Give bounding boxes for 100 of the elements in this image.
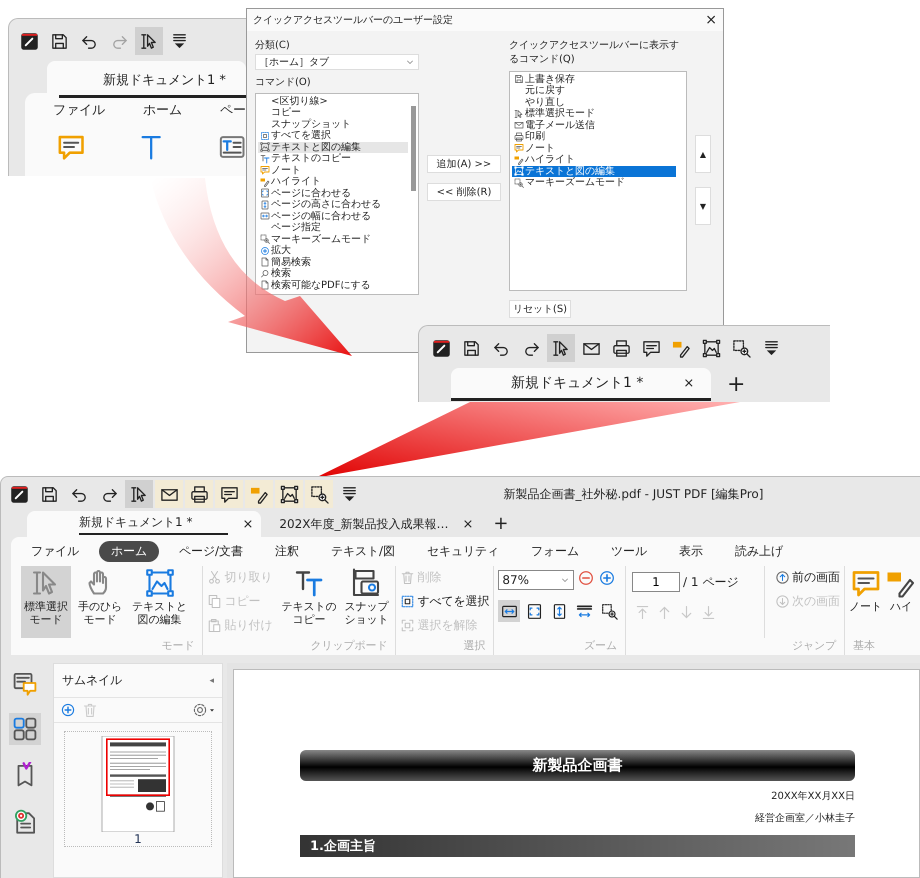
cursor-icon — [140, 32, 158, 50]
toolbar-button[interactable] — [245, 480, 273, 508]
document-tab[interactable]: 新規ドキュメント1 * × — [27, 511, 262, 537]
list-item[interactable]: テキストと図の編集 — [512, 166, 676, 177]
list-item[interactable]: やり直し — [512, 96, 676, 108]
add-button[interactable]: 追加(A) >> — [427, 155, 501, 173]
category-dropdown[interactable]: ［ホーム］タブ — [255, 54, 419, 70]
ribbon-tab[interactable]: ペー — [220, 101, 246, 119]
ribbon-button[interactable]: 標準選択 モード — [21, 566, 71, 638]
list-item[interactable]: 印刷 — [512, 131, 676, 142]
ribbon-tab[interactable]: 注釈 — [263, 541, 312, 562]
toolbar-button[interactable] — [155, 480, 183, 508]
ribbon-button[interactable]: すべてを選択 — [400, 590, 490, 612]
ribbon-tab[interactable]: ホーム — [143, 101, 182, 119]
reset-button[interactable]: リセット(S) — [509, 300, 571, 318]
list-item[interactable]: 上書き保存 — [512, 74, 676, 85]
list-item[interactable]: 簡易検索 — [258, 256, 408, 268]
new-tab-button[interactable]: + — [727, 374, 746, 396]
move-up-button[interactable]: ▲ — [695, 135, 711, 173]
ribbon-tab[interactable]: テキスト/図 — [319, 541, 408, 562]
list-item[interactable]: テキストのコピー — [258, 153, 408, 164]
document-tab[interactable]: 202X年度_新製品投入成果報… × — [265, 511, 482, 537]
caret-icon[interactable] — [208, 706, 216, 714]
ribbon-tab[interactable]: ページ/文書 — [167, 541, 256, 562]
scrollbar[interactable] — [411, 106, 416, 190]
list-item[interactable]: 検索可能なPDFにする — [258, 280, 408, 291]
ribbon-button[interactable]: 前の画面 — [775, 566, 840, 588]
group-label: モード — [160, 638, 196, 654]
toolbar-button[interactable] — [135, 27, 163, 55]
view-button[interactable] — [498, 600, 520, 622]
list-item[interactable]: マーキーズームモード — [258, 234, 408, 245]
toolbar-button[interactable] — [185, 480, 213, 508]
ribbon-tab[interactable]: ツール — [599, 541, 660, 562]
toolbar-button[interactable] — [305, 480, 333, 508]
list-item[interactable]: ハイライト — [258, 176, 408, 188]
list-item[interactable]: 標準選択モード — [512, 108, 676, 120]
zoom-selection-icon — [260, 234, 270, 244]
category-label: 分類(C) — [255, 38, 291, 52]
side-panel-button[interactable] — [9, 713, 41, 745]
group-label: 基本 — [852, 638, 876, 654]
collapse-button[interactable]: ◂ — [209, 676, 214, 686]
page-width-icon — [576, 602, 593, 620]
new-tab-button[interactable]: + — [493, 515, 508, 533]
ribbon-tab[interactable]: 読み上げ — [723, 541, 796, 562]
list-item[interactable]: ページの幅に合わせる — [258, 210, 408, 222]
list-item[interactable]: ノート — [512, 142, 676, 154]
toolbar-commands-label: クイックアクセスツールバーに表示するコマンド(Q) — [509, 38, 680, 66]
ribbon-button[interactable]: テキストの コピー — [280, 566, 338, 638]
ribbon-tab[interactable]: ホーム — [99, 541, 159, 562]
highlighter-icon — [260, 176, 270, 187]
list-item[interactable]: マーキーズームモード — [512, 177, 676, 188]
list-item[interactable]: 検索 — [258, 268, 408, 280]
toolbar-button[interactable] — [125, 480, 153, 508]
ribbon-tab[interactable]: ファイル — [19, 541, 91, 562]
zoom-in-icon[interactable] — [598, 569, 616, 587]
search-icon — [260, 268, 270, 279]
close-tab-button[interactable]: × — [683, 376, 694, 390]
zoom-in-icon[interactable] — [60, 702, 76, 718]
list-item[interactable]: テキストと図の編集 — [258, 142, 408, 153]
list-item[interactable]: ハイライト — [512, 154, 676, 166]
document-tab[interactable]: 新規ドキュメント1 * × — [451, 368, 711, 401]
ribbon-tab[interactable]: ファイル — [53, 101, 105, 119]
close-button[interactable]: × — [705, 12, 717, 28]
list-item[interactable]: ページに合わせる — [258, 188, 408, 199]
page-number-field[interactable]: 1 — [632, 572, 680, 592]
ribbon-button[interactable]: スナップ ショット — [341, 566, 392, 638]
ribbon-tab[interactable]: セキュリティ — [415, 541, 512, 562]
image-frame-icon — [280, 484, 298, 504]
remove-button[interactable]: << 削除(R) — [427, 183, 501, 201]
pencil-app-icon — [20, 32, 38, 50]
close-tab-button[interactable]: × — [242, 516, 254, 532]
list-item[interactable]: 拡大 — [258, 245, 408, 256]
toolbar-button[interactable] — [275, 480, 303, 508]
zoom-out-icon[interactable] — [577, 569, 596, 587]
list-item[interactable]: すべてを選択 — [258, 130, 408, 142]
list-item[interactable]: 元に戻す — [512, 85, 676, 96]
image-frame-icon — [702, 338, 720, 358]
printer-icon — [612, 338, 630, 358]
ribbon-button[interactable]: 手のひら モード — [75, 566, 125, 638]
ribbon-tab[interactable]: 表示 — [667, 541, 716, 562]
ribbon-button[interactable]: ハイ — [886, 566, 916, 638]
list-item[interactable]: <区切り線> — [258, 96, 408, 107]
ribbon-tab[interactable]: フォーム — [519, 541, 592, 562]
list-item[interactable]: ノート — [258, 164, 408, 176]
toolbar-button[interactable] — [547, 334, 575, 362]
list-item[interactable]: コピー — [258, 107, 408, 118]
ribbon-button[interactable]: テキストと 図の編集 — [129, 566, 190, 638]
comment-icon — [642, 338, 660, 358]
ribbon-button[interactable]: ノート — [849, 566, 882, 638]
settings-icon[interactable] — [192, 702, 208, 718]
list-item[interactable]: スナップショット — [258, 118, 408, 130]
zoom-dropdown[interactable]: 87% — [498, 570, 574, 590]
close-tab-button[interactable]: × — [462, 516, 474, 532]
cursor-icon — [514, 108, 524, 119]
list-item[interactable]: 電子メール送信 — [512, 120, 676, 131]
move-down-button[interactable]: ▼ — [695, 187, 711, 225]
list-item[interactable]: ページ指定 — [258, 222, 408, 234]
list-item[interactable]: ページの高さに合わせる — [258, 199, 408, 210]
toolbar-button[interactable] — [215, 480, 243, 508]
thumbnail-item[interactable]: 1 — [64, 731, 212, 847]
